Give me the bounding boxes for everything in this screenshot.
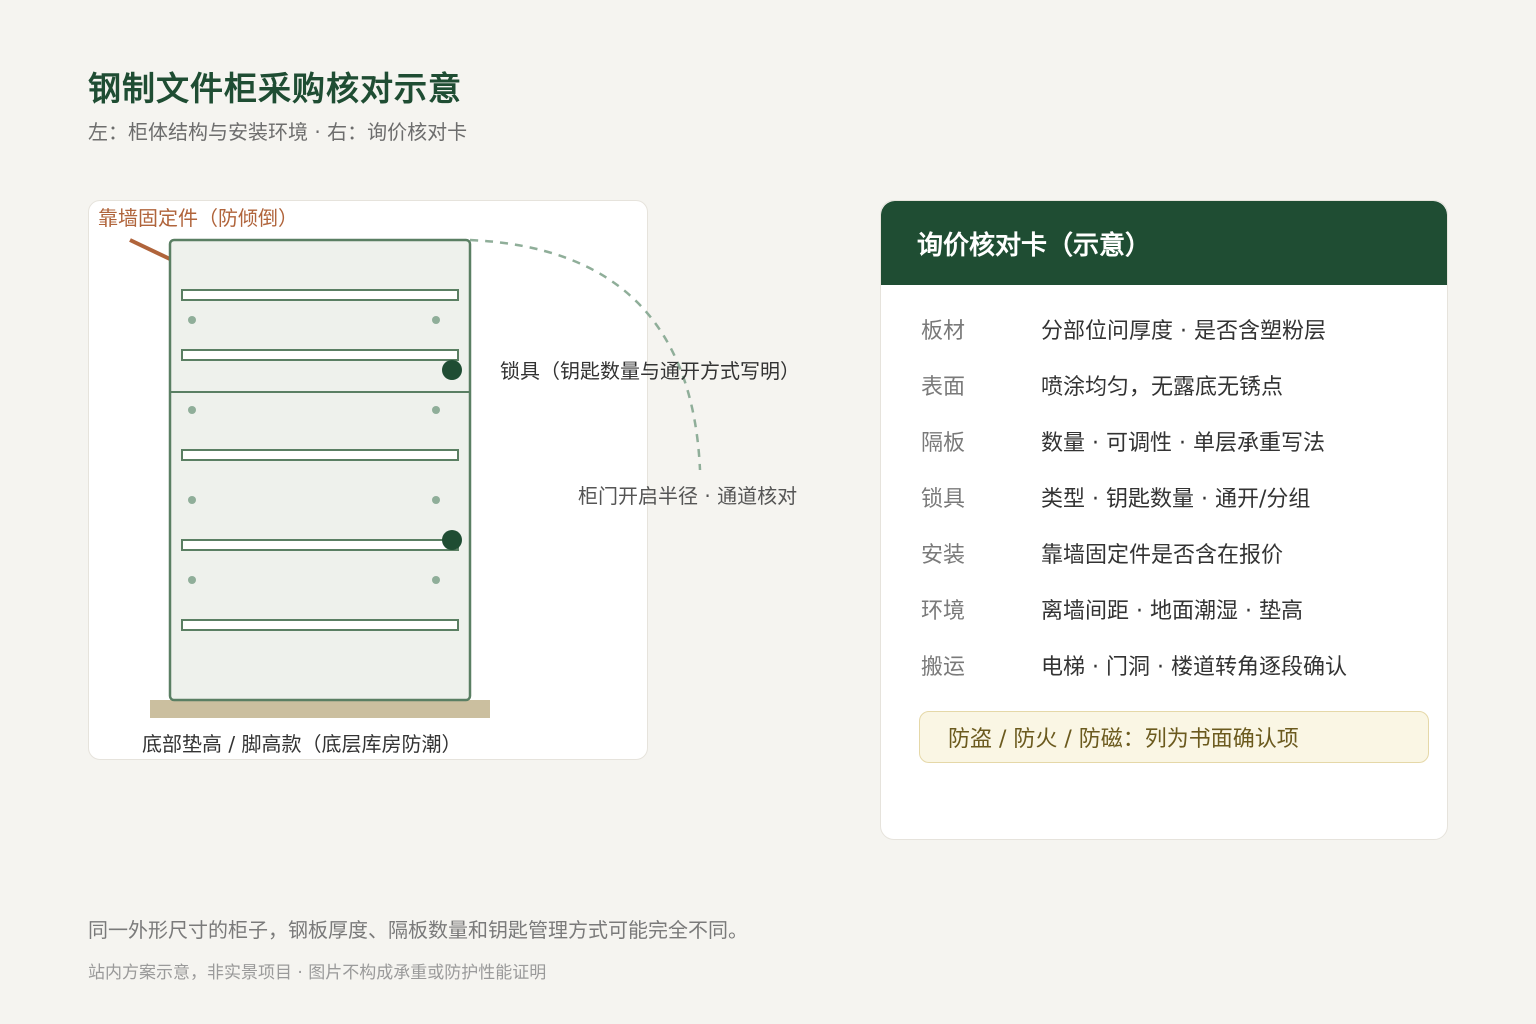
check-row: 板材 分部位问厚度 · 是否含塑粉层 [921, 313, 1347, 369]
page-title: 钢制文件柜采购核对示意 [88, 69, 462, 108]
door-swing-label: 柜门开启半径 · 通道核对 [578, 484, 798, 508]
check-value: 类型 · 钥匙数量 · 通开/分组 [1041, 487, 1311, 512]
check-value: 喷涂均匀，无露底无锈点 [1041, 375, 1284, 400]
check-value: 靠墙固定件是否含在报价 [1041, 543, 1284, 568]
footer-disclaimer: 站内方案示意，非实景项目 · 图片不构成承重或防护性能证明 [88, 963, 547, 983]
base-label: 底部垫高 / 脚高款（底层库房防潮） [142, 732, 462, 756]
page-subtitle: 左：柜体结构与安装环境 · 右：询价核对卡 [88, 120, 468, 144]
check-value: 离墙间距 · 地面潮湿 · 垫高 [1041, 599, 1303, 624]
check-key: 板材 [921, 319, 966, 344]
card-title: 询价核对卡（示意） [881, 201, 1447, 285]
check-row: 搬运 电梯 · 门洞 · 楼道转角逐段确认 [921, 649, 1347, 705]
check-value: 数量 · 可调性 · 单层承重写法 [1041, 431, 1325, 456]
inquiry-check-card: 询价核对卡（示意） 板材 分部位问厚度 · 是否含塑粉层 表面 喷涂均匀，无露底… [880, 200, 1448, 840]
check-value: 电梯 · 门洞 · 楼道转角逐段确认 [1041, 655, 1347, 680]
footer-note: 同一外形尺寸的柜子，钢板厚度、隔板数量和钥匙管理方式可能完全不同。 [88, 918, 748, 942]
check-key: 安装 [921, 543, 966, 568]
check-value: 分部位问厚度 · 是否含塑粉层 [1041, 319, 1326, 344]
check-list: 板材 分部位问厚度 · 是否含塑粉层 表面 喷涂均匀，无露底无锈点 隔板 数量 … [921, 313, 1347, 705]
check-key: 隔板 [921, 431, 966, 456]
check-row: 锁具 类型 · 钥匙数量 · 通开/分组 [921, 481, 1347, 537]
check-key: 搬运 [921, 655, 966, 680]
lock-label: 锁具（钥匙数量与通开方式写明） [500, 359, 800, 383]
check-row: 安装 靠墙固定件是否含在报价 [921, 537, 1347, 593]
cabinet-diagram-panel [88, 200, 648, 760]
check-row: 环境 离墙间距 · 地面潮湿 · 垫高 [921, 593, 1347, 649]
confirmation-note: 防盗 / 防火 / 防磁：列为书面确认项 [919, 711, 1429, 763]
check-key: 环境 [921, 599, 966, 624]
wall-anchor-label: 靠墙固定件（防倾倒） [96, 202, 300, 231]
check-row: 表面 喷涂均匀，无露底无锈点 [921, 369, 1347, 425]
check-row: 隔板 数量 · 可调性 · 单层承重写法 [921, 425, 1347, 481]
check-key: 表面 [921, 375, 966, 400]
check-key: 锁具 [921, 487, 966, 512]
